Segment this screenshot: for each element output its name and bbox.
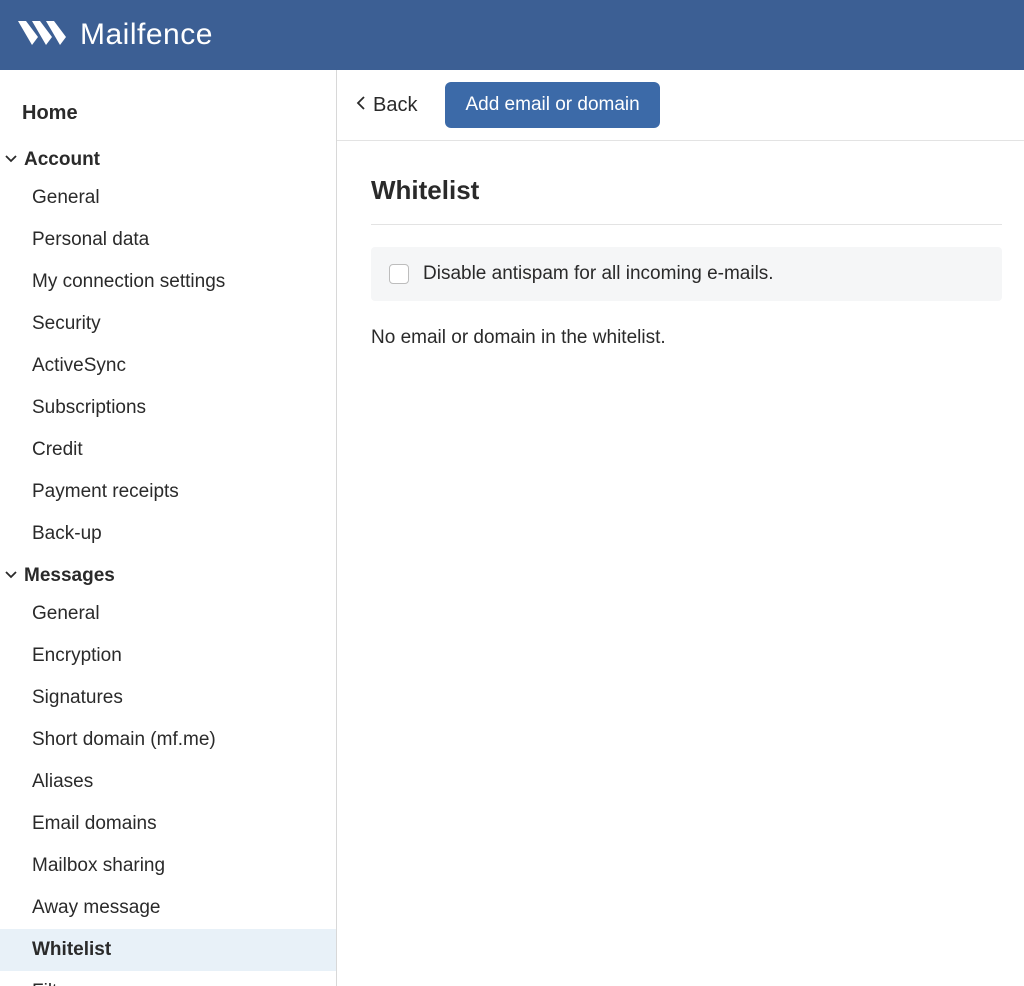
sidebar-item-signatures[interactable]: Signatures <box>0 677 336 719</box>
back-link[interactable]: Back <box>355 94 417 117</box>
sidebar-messages-items: General Encryption Signatures Short doma… <box>0 593 336 986</box>
sidebar-item-payment-receipts[interactable]: Payment receipts <box>0 471 336 513</box>
page-toolbar: Back Add email or domain <box>337 70 1024 141</box>
add-email-or-domain-button[interactable]: Add email or domain <box>445 82 659 128</box>
logo-mark-icon <box>18 17 70 53</box>
page-title: Whitelist <box>371 175 1002 206</box>
sidebar-item-backup[interactable]: Back-up <box>0 513 336 555</box>
sidebar-item-encryption[interactable]: Encryption <box>0 635 336 677</box>
settings-sidebar: Home Account General Personal data My co… <box>0 70 337 986</box>
sidebar-item-mailbox-sharing[interactable]: Mailbox sharing <box>0 845 336 887</box>
sidebar-item-activesync[interactable]: ActiveSync <box>0 345 336 387</box>
sidebar-section-title: Account <box>24 149 100 171</box>
whitelist-empty-state: No email or domain in the whitelist. <box>371 327 1002 349</box>
sidebar-item-filters[interactable]: Filters <box>0 971 336 986</box>
sidebar-account-items: General Personal data My connection sett… <box>0 177 336 555</box>
brand-logo[interactable]: Mailfence <box>18 17 213 53</box>
sidebar-item-credit[interactable]: Credit <box>0 429 336 471</box>
sidebar-section-title: Messages <box>24 565 115 587</box>
sidebar-section-messages[interactable]: Messages <box>0 555 336 593</box>
brand-name: Mailfence <box>80 18 213 52</box>
chevron-left-icon <box>355 94 367 117</box>
sidebar-item-general[interactable]: General <box>0 177 336 219</box>
chevron-down-icon <box>4 149 18 171</box>
sidebar-item-short-domain[interactable]: Short domain (mf.me) <box>0 719 336 761</box>
back-label: Back <box>373 94 417 117</box>
sidebar-home[interactable]: Home <box>0 88 336 139</box>
sidebar-section-account[interactable]: Account <box>0 139 336 177</box>
content-pane: Back Add email or domain Whitelist Disab… <box>337 70 1024 986</box>
disable-antispam-checkbox[interactable] <box>389 264 409 284</box>
sidebar-item-away-message[interactable]: Away message <box>0 887 336 929</box>
sidebar-item-messages-general[interactable]: General <box>0 593 336 635</box>
sidebar-item-security[interactable]: Security <box>0 303 336 345</box>
disable-antispam-row: Disable antispam for all incoming e-mail… <box>371 247 1002 301</box>
disable-antispam-label: Disable antispam for all incoming e-mail… <box>423 263 774 285</box>
sidebar-item-subscriptions[interactable]: Subscriptions <box>0 387 336 429</box>
sidebar-item-personal-data[interactable]: Personal data <box>0 219 336 261</box>
divider <box>371 224 1002 225</box>
chevron-down-icon <box>4 565 18 587</box>
sidebar-item-aliases[interactable]: Aliases <box>0 761 336 803</box>
sidebar-item-connection-settings[interactable]: My connection settings <box>0 261 336 303</box>
app-header: Mailfence <box>0 0 1024 70</box>
layout: Home Account General Personal data My co… <box>0 70 1024 986</box>
sidebar-item-whitelist[interactable]: Whitelist <box>0 929 336 971</box>
sidebar-item-email-domains[interactable]: Email domains <box>0 803 336 845</box>
main-panel: Whitelist Disable antispam for all incom… <box>337 141 1024 349</box>
